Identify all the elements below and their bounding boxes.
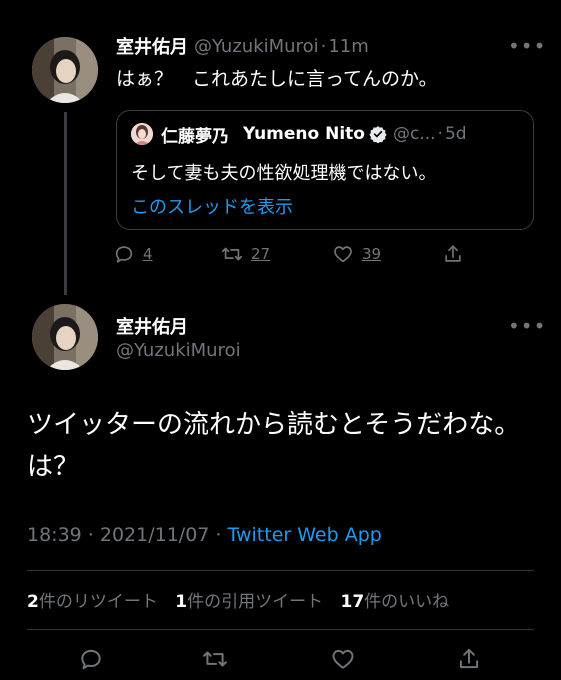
retweet-icon xyxy=(203,651,227,667)
quoted-tweet-text: そして妻も夫の性欲処理機ではない。 xyxy=(131,163,437,184)
heart-icon xyxy=(334,246,352,263)
like-button[interactable] xyxy=(330,646,356,672)
like-count: 39 xyxy=(362,245,382,263)
verified-badge-icon xyxy=(369,126,387,143)
author-name[interactable]: 室井佑月 xyxy=(116,313,188,339)
retweets-stat[interactable]: 2件のリツイート xyxy=(27,592,158,612)
reply-icon xyxy=(115,246,133,263)
share-button[interactable] xyxy=(442,242,464,266)
author-handle[interactable]: @YuzukiMuroi xyxy=(116,340,241,361)
thread-connector-line xyxy=(64,112,67,295)
likes-stat[interactable]: 17件のいいね xyxy=(341,592,450,612)
tweet-metadata: 18:39 · 2021/11/07 · Twitter Web App xyxy=(27,524,382,546)
heart-icon xyxy=(332,649,354,669)
reply-button[interactable]: 4 xyxy=(113,242,153,266)
likes-label: 件のいいね xyxy=(364,592,450,612)
likes-count: 17 xyxy=(340,592,365,612)
avatar[interactable] xyxy=(32,304,98,370)
quoted-author-handle: @c... xyxy=(392,124,436,144)
retweet-count: 27 xyxy=(251,245,271,263)
divider xyxy=(27,570,534,571)
author-handle[interactable]: @YuzukiMuroi xyxy=(194,36,319,57)
separator-dot: · xyxy=(320,35,327,57)
quoted-author-name: 仁藤夢乃 xyxy=(161,126,229,147)
main-tweet-text: ツイッターの流れから読むとそうだわな。は？ xyxy=(27,410,521,482)
like-button[interactable]: 39 xyxy=(332,242,381,266)
divider xyxy=(27,629,534,630)
show-thread-link[interactable]: このスレッドを表示 xyxy=(131,193,293,219)
share-button[interactable] xyxy=(456,646,482,672)
quotes-stat[interactable]: 1件の引用ツイート xyxy=(175,592,323,612)
retweet-button[interactable] xyxy=(202,646,228,672)
quoted-tweet-header: 仁藤夢乃 Yumeno Nito @c... · 5d xyxy=(131,121,467,147)
reply-icon xyxy=(81,649,101,670)
tweet-source-link[interactable]: Twitter Web App xyxy=(228,524,382,546)
quoted-author-name-en: Yumeno Nito xyxy=(243,124,365,144)
quotes-label: 件の引用ツイート xyxy=(187,592,324,612)
reply-tweet-header: 室井佑月 @YuzukiMuroi · 11m xyxy=(116,33,369,59)
share-icon xyxy=(459,648,479,669)
avatar-image xyxy=(32,304,98,370)
retweet-icon xyxy=(222,247,242,261)
reply-button[interactable] xyxy=(78,646,104,672)
tweet-thread: 室井佑月 @YuzukiMuroi · 11m ••• はぁ？ これあたしに言っ… xyxy=(0,0,561,680)
share-icon xyxy=(445,245,461,262)
quoted-tweet-card[interactable]: 仁藤夢乃 Yumeno Nito @c... · 5d そして妻も夫の性欲処理機… xyxy=(116,110,534,230)
author-name[interactable]: 室井佑月 xyxy=(116,33,188,59)
more-options-icon[interactable]: ••• xyxy=(508,316,546,336)
reply-tweet-text: はぁ？ これあたしに言ってんのか。 xyxy=(116,68,438,90)
retweets-label: 件のリツイート xyxy=(38,592,158,612)
tweet-timestamp[interactable]: 18:39 · 2021/11/07 · xyxy=(27,524,228,546)
quoted-tweet-time: 5d xyxy=(444,124,467,144)
avatar[interactable] xyxy=(32,37,98,103)
quotes-count: 1 xyxy=(175,592,188,612)
avatar-image xyxy=(32,37,98,103)
engagement-stats: 2件のリツイート 1件の引用ツイート 17件のいいね xyxy=(27,587,449,612)
tweet-time[interactable]: 11m xyxy=(328,36,368,57)
quoted-avatar xyxy=(131,123,153,145)
reply-count: 4 xyxy=(143,245,153,263)
separator-dot: · xyxy=(437,124,443,144)
retweets-count: 2 xyxy=(27,592,39,612)
retweet-button[interactable]: 27 xyxy=(221,242,270,266)
more-options-icon[interactable]: ••• xyxy=(508,36,546,56)
